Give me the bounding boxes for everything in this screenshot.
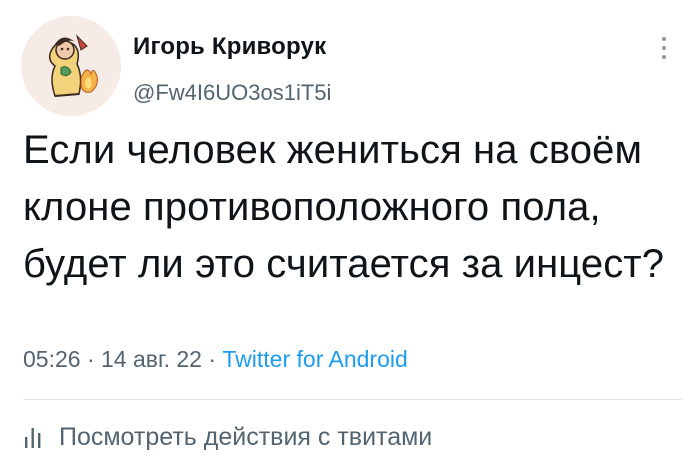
tweet-meta: 05:26 · 14 авг. 22 · Twitter for Android xyxy=(23,346,408,373)
divider xyxy=(23,399,682,400)
meta-separator: · xyxy=(201,346,223,372)
author-name[interactable]: Игорь Криворук xyxy=(133,33,326,61)
tweet-time[interactable]: 05:26 xyxy=(23,346,81,372)
meta-separator: · xyxy=(80,346,102,372)
avatar-illustration-icon xyxy=(21,16,121,116)
tweet-card: Игорь Криворук @Fw4I6UO3os1iT5i Если чел… xyxy=(0,0,700,473)
tweet-source-link[interactable]: Twitter for Android xyxy=(222,346,407,372)
activity-label: Посмотреть действия с твитами xyxy=(59,422,433,451)
analytics-icon xyxy=(23,424,43,450)
more-vertical-icon[interactable] xyxy=(654,37,674,65)
view-tweet-activity-button[interactable]: Посмотреть действия с твитами xyxy=(23,421,432,453)
avatar[interactable] xyxy=(21,16,121,116)
tweet-text: Если человек жениться на своём клоне про… xyxy=(23,128,665,286)
tweet-date[interactable]: 14 авг. 22 xyxy=(101,346,202,372)
author-handle[interactable]: @Fw4I6UO3os1iT5i xyxy=(133,80,331,106)
